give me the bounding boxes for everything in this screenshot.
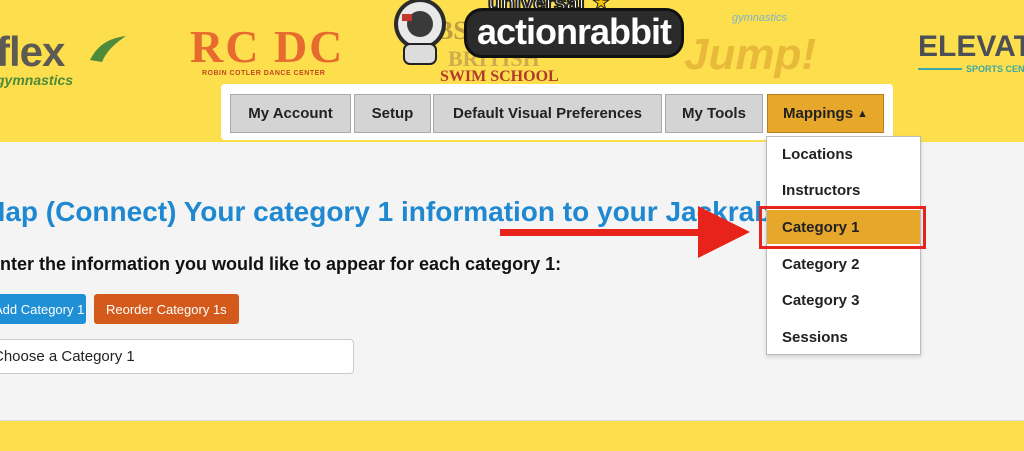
nav-mappings[interactable]: Mappings ▲ xyxy=(767,94,884,133)
elevate-logo-subtext: SPORTS CENTER xyxy=(962,64,1024,74)
nav-my-account[interactable]: My Account xyxy=(230,94,351,133)
nav-my-account-label: My Account xyxy=(248,105,333,122)
nav-default-visual-preferences[interactable]: Default Visual Preferences xyxy=(433,94,662,133)
menu-item-locations[interactable]: Locations xyxy=(767,137,920,171)
swoosh-icon xyxy=(90,36,126,62)
menu-item-category-3[interactable]: Category 3 xyxy=(767,283,920,317)
flex-logo-text: flex xyxy=(0,28,65,75)
caret-up-icon: ▲ xyxy=(857,107,868,120)
elevate-sports-logo: ELEVATE SPORTS CENTER xyxy=(918,30,1024,74)
astronaut-rabbit-icon xyxy=(394,0,446,65)
page-instructions: Enter the information you would like to … xyxy=(0,254,562,274)
nav-default-visual-preferences-label: Default Visual Preferences xyxy=(453,105,642,122)
jump-logo-subtext: gymnastics xyxy=(732,12,788,24)
menu-item-instructors[interactable]: Instructors xyxy=(767,173,920,207)
nav-setup-label: Setup xyxy=(371,105,414,122)
flex-gymnastics-logo: flex gymnastics xyxy=(0,28,126,88)
annotation-arrow-icon xyxy=(500,206,750,258)
menu-item-instructors-label: Instructors xyxy=(782,181,861,199)
actionrabbit-logo: universal ★ actionrabbit xyxy=(380,0,720,65)
rcdc-logo-text: RC DC xyxy=(190,21,345,72)
reorder-categories-button[interactable]: Reorder Category 1s xyxy=(94,294,239,324)
category-select[interactable]: Choose a Category 1 xyxy=(0,339,354,374)
flex-logo-subtext: gymnastics xyxy=(0,72,74,88)
menu-item-locations-label: Locations xyxy=(782,145,853,163)
rcdc-logo-subtext: ROBIN COTLER DANCE CENTER xyxy=(202,70,326,77)
menu-item-category-3-label: Category 3 xyxy=(782,291,860,309)
menu-item-sessions[interactable]: Sessions xyxy=(767,320,920,354)
add-category-button[interactable]: Add Category 1 xyxy=(0,294,86,324)
menu-item-category-2[interactable]: Category 2 xyxy=(767,247,920,281)
nav-mappings-label: Mappings xyxy=(783,105,854,122)
rcdc-logo: RC DC ROBIN COTLER DANCE CENTER xyxy=(190,20,345,77)
highlight-annotation-box xyxy=(759,206,926,249)
category-select-value: Choose a Category 1 xyxy=(0,348,135,365)
menu-item-category-2-label: Category 2 xyxy=(782,255,860,273)
menu-item-sessions-label: Sessions xyxy=(782,328,848,346)
top-navigation: My Account Setup Default Visual Preferen… xyxy=(221,84,893,140)
elevate-logo-text: ELEVATE xyxy=(918,30,1024,63)
nav-setup[interactable]: Setup xyxy=(354,94,431,133)
nav-my-tools[interactable]: My Tools xyxy=(665,94,763,133)
nav-my-tools-label: My Tools xyxy=(682,105,746,122)
actionrabbit-brand-text: actionrabbit xyxy=(464,8,685,58)
